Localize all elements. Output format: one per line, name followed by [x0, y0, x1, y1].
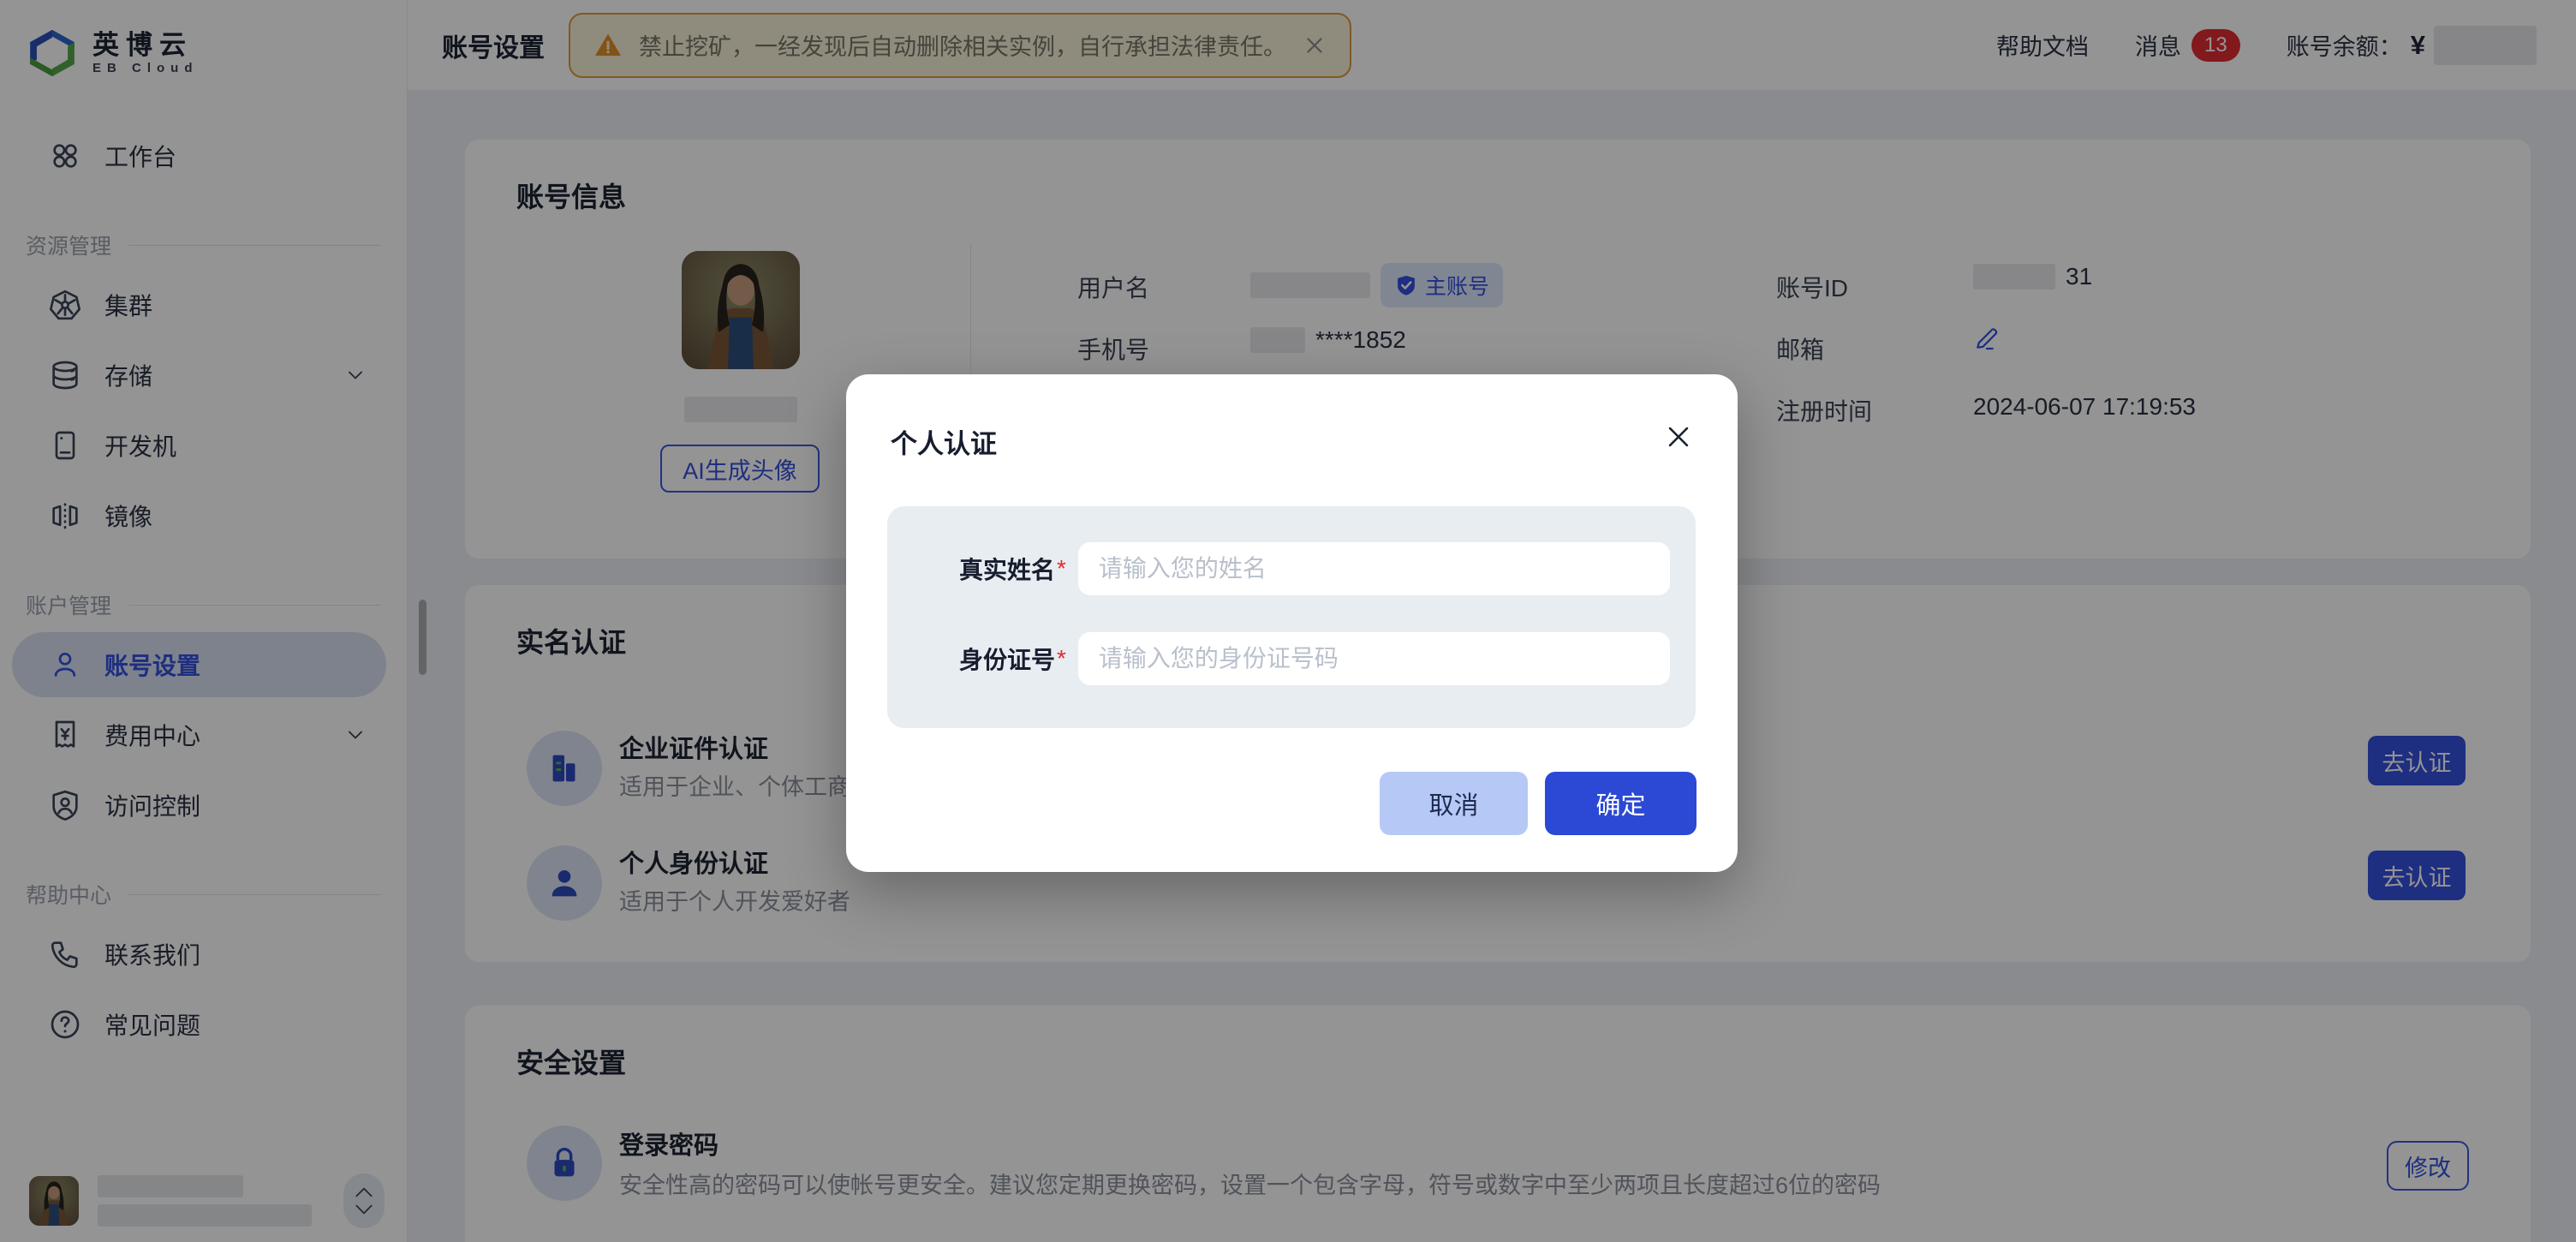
real-name-row: 真实姓名 * — [887, 542, 1696, 595]
id-number-label: 身份证号 — [887, 642, 1055, 676]
app-root: 英博云 EB Cloud 工作台 资源管理 集群 — [0, 0, 2576, 1242]
real-name-input[interactable] — [1078, 542, 1670, 595]
id-number-input[interactable] — [1078, 632, 1670, 685]
cancel-button[interactable]: 取消 — [1380, 772, 1528, 835]
required-mark: * — [1057, 555, 1066, 582]
modal-close-icon[interactable] — [1664, 422, 1693, 451]
modal-buttons: 取消 确定 — [1380, 772, 1696, 835]
modal-form-panel: 真实姓名 * 身份证号 * — [887, 506, 1696, 728]
confirm-button[interactable]: 确定 — [1545, 772, 1696, 835]
personal-verification-modal: 个人认证 真实姓名 * 身份证号 * 取消 确定 — [846, 374, 1738, 872]
required-mark: * — [1057, 645, 1066, 672]
real-name-label: 真实姓名 — [887, 552, 1055, 586]
modal-title: 个人认证 — [891, 422, 997, 461]
id-number-row: 身份证号 * — [887, 632, 1696, 685]
